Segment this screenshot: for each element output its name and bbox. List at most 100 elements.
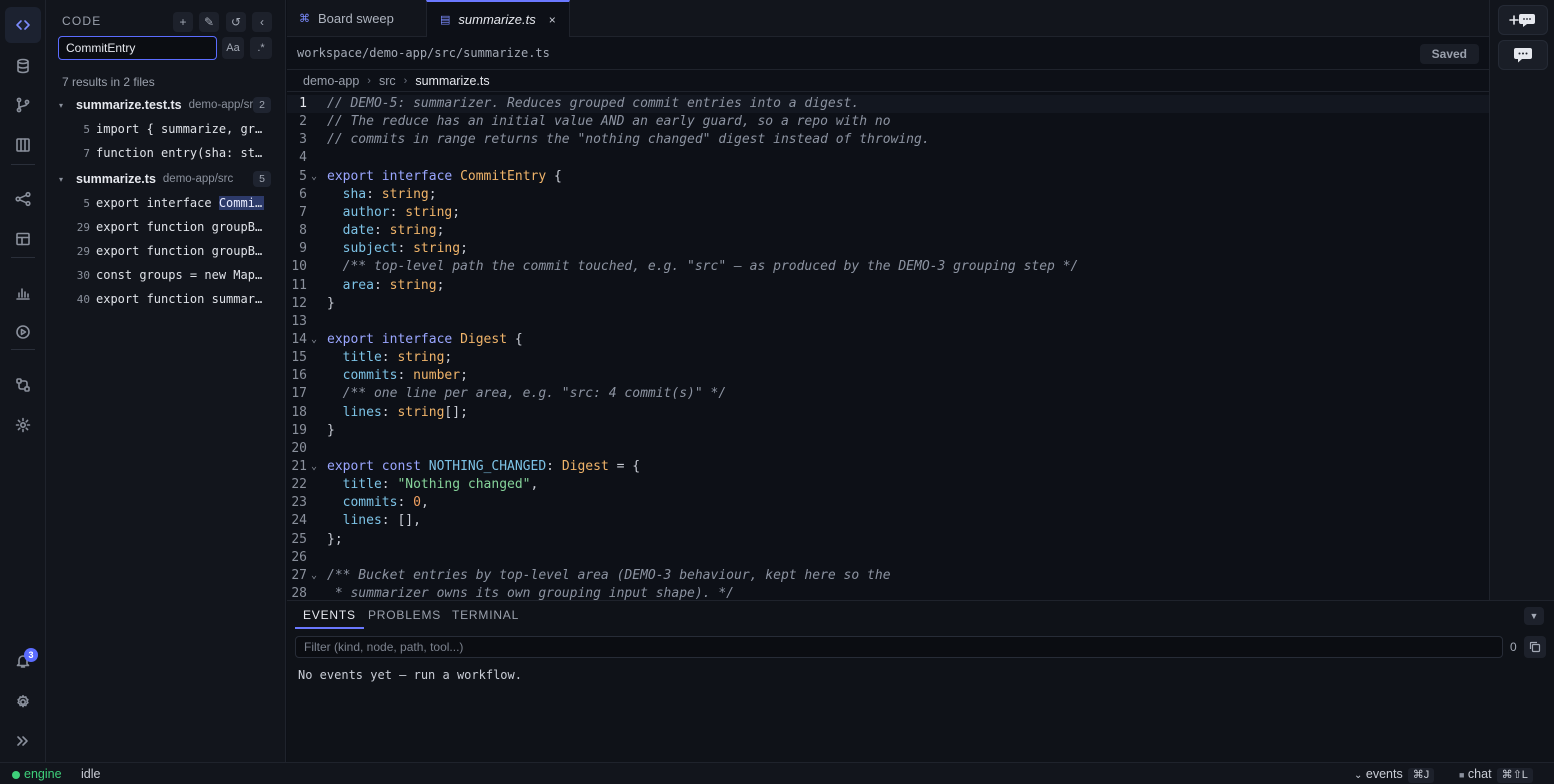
breadcrumb-item[interactable]: demo-app [303, 74, 359, 88]
code-line[interactable]: 12} [287, 295, 1489, 313]
file-path: workspace/demo-app/src/summarize.ts [297, 46, 550, 60]
activity-divider [11, 164, 35, 165]
edit-button[interactable]: ✎ [199, 12, 219, 32]
code-editor[interactable]: 1 // DEMO-5: summarizer. Reduces grouped … [287, 95, 1489, 600]
code-line[interactable]: 28 * summarizer owns its own grouping in… [287, 585, 1489, 600]
activity-layout-button[interactable] [5, 221, 41, 257]
code-line[interactable]: 26 [287, 549, 1489, 567]
engine-status[interactable]: engine [12, 763, 62, 784]
code-line[interactable]: 7 author: string; [287, 204, 1489, 222]
events-toggle[interactable]: ⌄ events ⌘J [1354, 763, 1435, 784]
code-line[interactable]: 24 lines: [], [287, 512, 1489, 530]
code-line[interactable]: 27 ⌄ /** Bucket entries by top-level area … [287, 567, 1489, 585]
new-chat-button[interactable] [1498, 5, 1548, 35]
code-line[interactable]: 14 ⌄ export interface Digest { [287, 331, 1489, 349]
result-match-row[interactable]: 29 export function groupByArea(entries: C… [46, 240, 285, 262]
tab-summarize-ts[interactable]: ▤ summarize.ts × [426, 0, 570, 37]
database-icon [17, 58, 29, 74]
activity-settings-cog-button[interactable] [5, 407, 41, 443]
result-file-row[interactable]: ▾ summarize.ts demo-app/src 5 [46, 168, 285, 190]
new-file-button[interactable]: + [173, 12, 193, 32]
chat-button[interactable] [1498, 40, 1548, 70]
result-match-row[interactable]: 40 export function summarize(entries: Com… [46, 288, 285, 310]
code-line[interactable]: 20 [287, 440, 1489, 458]
chevron-down-icon: ▾ [58, 100, 63, 110]
code-line[interactable]: 10 /** top-level path the commit touched… [287, 258, 1489, 276]
result-match-row[interactable]: 5 import { summarize, groupByArea, NOTHIN… [46, 118, 285, 140]
file-path-bar: workspace/demo-app/src/summarize.ts Save… [287, 37, 1489, 70]
breadcrumb-item[interactable]: summarize.ts [415, 74, 489, 88]
result-file-row[interactable]: ▾ summarize.test.ts demo-app/src 2 [46, 94, 285, 116]
code-line[interactable]: 4 [287, 149, 1489, 167]
activity-share-nodes-button[interactable] [5, 181, 41, 217]
code-line[interactable]: 17 /** one line per area, e.g. "src: 4 c… [287, 385, 1489, 403]
activity-code-button[interactable] [5, 7, 41, 43]
code-line[interactable]: 19} [287, 422, 1489, 440]
match-text: export function groupByArea(entries: Com… [96, 244, 264, 258]
tab-board-sweep[interactable]: ⌘ Board sweep [299, 0, 394, 37]
panel-collapse-button[interactable]: ▼ [1524, 607, 1544, 625]
code-line[interactable]: 21 ⌄ export const NOTHING_CHANGED: Digest … [287, 458, 1489, 476]
chevron-down-icon: ▼ [1529, 611, 1539, 621]
line-number: 22 [291, 477, 307, 492]
result-match-row[interactable]: 29 export function groupByArea(entries: C… [46, 216, 285, 238]
expand-panel-button[interactable] [5, 723, 41, 759]
refresh-button[interactable]: ↺ [226, 12, 246, 32]
collapse-sidebar-button[interactable]: ‹ [252, 12, 272, 32]
line-number: 14 [291, 332, 307, 347]
code-text: // commits in range returns the "nothing… [327, 132, 930, 147]
activity-play-button[interactable] [5, 314, 41, 350]
code-line[interactable]: 13 [287, 313, 1489, 331]
fold-chevron-icon[interactable]: ⌄ [311, 458, 317, 476]
editor-tab-bar: ⌘ Board sweep ▤ summarize.ts × [287, 0, 1489, 37]
code-line[interactable]: 1 // DEMO-5: summarizer. Reduces grouped … [287, 95, 1489, 113]
line-number: 18 [291, 405, 307, 420]
breadcrumb-item[interactable]: src [379, 74, 396, 88]
code-line[interactable]: 11 area: string; [287, 277, 1489, 295]
fold-chevron-icon[interactable]: ⌄ [311, 567, 317, 585]
activity-database-button[interactable] [5, 48, 41, 84]
code-line[interactable]: 5 ⌄ export interface CommitEntry { [287, 168, 1489, 186]
match-text: export function groupByArea(entries: Com… [96, 220, 264, 234]
code-line[interactable]: 16 commits: number; [287, 367, 1489, 385]
line-number: 7 [299, 205, 307, 220]
match-case-toggle[interactable]: Aa [222, 37, 244, 59]
code-line[interactable]: 15 title: string; [287, 349, 1489, 367]
tab-events[interactable]: EVENTS [295, 601, 364, 629]
chat-toggle[interactable]: ■ chat ⌘⇧L [1459, 763, 1533, 784]
copy-events-button[interactable] [1524, 636, 1546, 658]
match-text: import { summarize, groupByArea, NOTHING… [96, 122, 264, 136]
fold-chevron-icon[interactable]: ⌄ [311, 331, 317, 349]
fold-chevron-icon[interactable]: ⌄ [311, 168, 317, 186]
search-input[interactable] [58, 36, 217, 60]
code-line[interactable]: 22 title: "Nothing changed", [287, 476, 1489, 494]
code-line[interactable]: 25}; [287, 531, 1489, 549]
code-line[interactable]: 18 lines: string[]; [287, 404, 1489, 422]
activity-chart-button[interactable] [5, 275, 41, 311]
code-text: area: string; [342, 278, 445, 293]
regex-toggle[interactable]: .* [250, 37, 272, 59]
code-text: // DEMO-5: summarizer. Reduces grouped c… [327, 96, 860, 111]
code-line[interactable]: 6 sha: string; [287, 186, 1489, 204]
workflow-icon [16, 378, 30, 392]
settings-button[interactable] [5, 684, 41, 720]
close-icon[interactable]: × [549, 13, 556, 27]
code-line[interactable]: 2 // The reduce has an initial value AND … [287, 113, 1489, 131]
code-line[interactable]: 3 // commits in range returns the "nothin… [287, 131, 1489, 149]
code-line[interactable]: 23 commits: 0, [287, 494, 1489, 512]
tab-terminal[interactable]: TERMINAL [452, 601, 519, 629]
result-match-row[interactable]: 5 export interface CommitEntry { [46, 192, 285, 214]
code-line[interactable]: 8 date: string; [287, 222, 1489, 240]
result-match-row[interactable]: 7 function entry(sha: string, area: strin… [46, 142, 285, 164]
tab-problems[interactable]: PROBLEMS [368, 601, 441, 629]
code-text: /** Bucket entries by top-level area (DE… [327, 568, 891, 583]
activity-board-button[interactable] [5, 127, 41, 163]
result-match-row[interactable]: 30 const groups = new Map<string, CommitE… [46, 264, 285, 286]
code-line[interactable]: 9 subject: string; [287, 240, 1489, 258]
event-filter-input[interactable] [295, 636, 1503, 658]
chat-bubble-icon [1514, 48, 1532, 63]
activity-workflow-button[interactable] [5, 367, 41, 403]
add-chat-icon [1509, 14, 1535, 27]
activity-git-branch-button[interactable] [5, 87, 41, 123]
notifications-button[interactable]: 3 [5, 643, 41, 679]
